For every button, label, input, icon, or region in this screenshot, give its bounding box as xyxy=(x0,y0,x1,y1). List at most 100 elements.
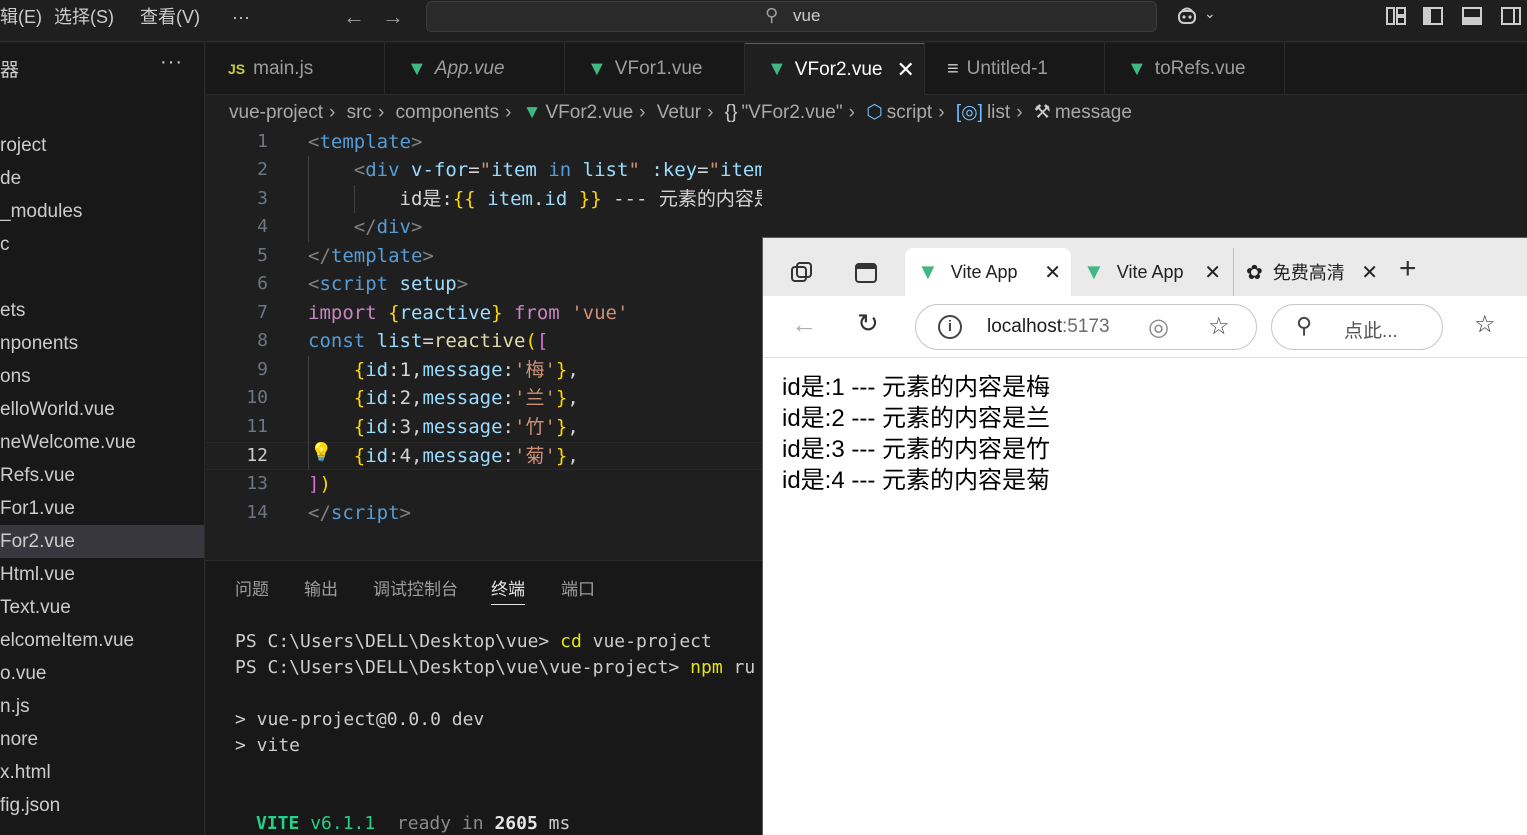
list-item: id是:1 --- 元素的内容是梅 xyxy=(782,374,1051,401)
menu-edit[interactable]: 辑(E) xyxy=(0,0,42,34)
breadcrumb-item[interactable]: list xyxy=(987,102,1010,123)
browser-tab-third[interactable]: ✿ 免费高清 ✕ xyxy=(1233,248,1388,296)
panel-tab-ports[interactable]: 端口 xyxy=(561,575,595,600)
tree-item[interactable]: ons xyxy=(0,360,204,393)
breadcrumb-item[interactable]: script xyxy=(887,102,932,123)
menu-selection[interactable]: 选择(S) xyxy=(54,0,114,34)
browser-tab-vite-app[interactable]: ▼ Vite App ✕ xyxy=(1071,248,1231,296)
code-line: 10 {id:2,message:'兰'}, xyxy=(206,384,762,412)
terminal-line: VITE v6.1.1 ready in 2605 ms xyxy=(256,813,571,834)
close-tab-icon[interactable]: ✕ xyxy=(1204,260,1221,285)
editor-tab-bar: JS main.js ▼ App.vue ▼ VFor1.vue ▼ VFor2… xyxy=(206,43,1527,95)
workspaces-icon[interactable] xyxy=(789,260,815,286)
search-box[interactable]: ⚲ 点此... xyxy=(1271,304,1443,350)
panel-tab-problems[interactable]: 问题 xyxy=(235,575,269,600)
tree-item[interactable]: Html.vue xyxy=(0,558,204,591)
tree-item[interactable]: ets xyxy=(0,294,204,327)
forward-arrow-icon[interactable]: → xyxy=(382,4,404,30)
breadcrumb-item[interactable]: message xyxy=(1055,102,1132,123)
tree-item[interactable]: elcomeItem.vue xyxy=(0,624,204,657)
layout-customize-icon[interactable] xyxy=(1385,5,1407,27)
tree-item[interactable]: x.html xyxy=(0,756,204,789)
command-center-search[interactable]: ⚲ vue xyxy=(426,1,1157,32)
edge-icon[interactable]: ◎ xyxy=(1148,313,1169,342)
line-number: 1 xyxy=(257,131,268,152)
terminal-line: PS C:\Users\DELL\Desktop\vue> cd vue-pro… xyxy=(235,631,712,652)
line-number: 4 xyxy=(257,216,268,237)
breadcrumb-item[interactable]: Vetur xyxy=(657,102,701,123)
tree-item[interactable]: o.vue xyxy=(0,657,204,690)
code-line: 14 </script> xyxy=(206,499,762,527)
new-tab-icon[interactable]: + xyxy=(1399,252,1417,286)
tree-item[interactable]: _modules xyxy=(0,195,204,228)
copilot-icon[interactable] xyxy=(1176,5,1198,27)
tab-actions-icon[interactable] xyxy=(853,260,879,286)
favorites-icon[interactable]: ☆ xyxy=(1474,310,1496,339)
tree-item[interactable] xyxy=(0,261,204,294)
close-tab-icon[interactable]: ✕ xyxy=(896,57,914,83)
tab-untitled-1[interactable]: ≡ Untitled-1 xyxy=(925,43,1105,95)
tree-item[interactable]: c xyxy=(0,228,204,261)
close-tab-icon[interactable]: ✕ xyxy=(1361,260,1378,285)
tree-item[interactable]: nponents xyxy=(0,327,204,360)
tab-vfor2-vue[interactable]: ▼ VFor2.vue ✕ xyxy=(745,43,925,95)
code-line: 7 import {reactive} from 'vue' xyxy=(206,299,762,327)
code-line: 6 <script setup> xyxy=(206,270,762,298)
breadcrumb-item[interactable]: "VFor2.vue" xyxy=(741,102,842,123)
toggle-primary-sidebar-icon[interactable] xyxy=(1422,5,1444,27)
breadcrumb-item[interactable]: src xyxy=(347,102,372,123)
terminal-line: > vue-project@0.0.0 dev xyxy=(235,709,485,730)
toggle-secondary-sidebar-icon[interactable] xyxy=(1500,5,1522,27)
search-icon: ⚲ xyxy=(1296,313,1313,338)
browser-window: ▼ Vite App ✕ ▼ Vite App ✕ ✿ 免费高清 ✕ + ← ↻… xyxy=(762,237,1527,835)
tab-label: VFor1.vue xyxy=(614,58,703,79)
info-icon[interactable]: i xyxy=(938,315,962,339)
breadcrumb-item[interactable]: vue-project xyxy=(229,102,323,123)
tab-vfor1-vue[interactable]: ▼ VFor1.vue xyxy=(565,43,745,95)
tab-label: VFor2.vue xyxy=(794,58,883,80)
browser-tab-vite-app-active[interactable]: ▼ Vite App ✕ xyxy=(905,248,1071,296)
tree-item[interactable]: For1.vue xyxy=(0,492,204,525)
tree-item[interactable]: neWelcome.vue xyxy=(0,426,204,459)
toggle-panel-icon[interactable] xyxy=(1461,5,1483,27)
tab-torefs-vue[interactable]: ▼ toRefs.vue xyxy=(1105,43,1285,95)
panel-tab-debug-console[interactable]: 调试控制台 xyxy=(373,575,458,600)
browser-tab-label: Vite App xyxy=(1116,261,1184,282)
breadcrumb-item[interactable]: components xyxy=(396,102,500,123)
code-text: const list=reactive([ xyxy=(308,330,549,352)
code-text: ]) xyxy=(308,473,331,495)
tab-main-js[interactable]: JS main.js xyxy=(206,43,385,95)
code-text: {id:1,message:'梅'}, xyxy=(353,359,579,381)
browser-tab-label: 免费高清 xyxy=(1272,263,1345,283)
breadcrumb-item[interactable]: VFor2.vue xyxy=(545,102,633,123)
tree-item[interactable]: de xyxy=(0,162,204,195)
browser-tab-strip: ▼ Vite App ✕ ▼ Vite App ✕ ✿ 免费高清 ✕ + xyxy=(763,238,1527,296)
menu-view[interactable]: 查看(V) xyxy=(140,0,200,34)
tree-item[interactable]: elloWorld.vue xyxy=(0,393,204,426)
close-tab-icon[interactable]: ✕ xyxy=(1044,260,1061,285)
panel-tab-output[interactable]: 输出 xyxy=(304,575,338,600)
code-text: {id:3,message:'竹'}, xyxy=(353,416,579,438)
favorite-star-icon[interactable]: ☆ xyxy=(1208,312,1230,341)
tree-item[interactable]: Refs.vue xyxy=(0,459,204,492)
tree-item[interactable]: n.js xyxy=(0,690,204,723)
chevron-down-icon[interactable]: ⌄ xyxy=(1204,5,1216,22)
tree-item[interactable]: Text.vue xyxy=(0,591,204,624)
tree-item[interactable]: fig.json xyxy=(0,789,204,822)
code-editor[interactable]: 💡 1 <template> 2 <div v-for="item in list… xyxy=(206,128,762,558)
back-arrow-icon[interactable]: ← xyxy=(343,4,365,30)
tab-app-vue[interactable]: ▼ App.vue xyxy=(385,43,565,95)
line-number: 11 xyxy=(246,416,268,437)
braces-icon: {} xyxy=(724,102,738,123)
refresh-icon[interactable]: ↻ xyxy=(857,308,879,339)
menu-more[interactable]: ··· xyxy=(232,0,250,34)
breadcrumb: vue-project › src › components › ▼ VFor2.vue… xyxy=(229,102,1132,123)
code-line: 1 <template> xyxy=(206,128,762,156)
tree-item[interactable]: nore xyxy=(0,723,204,756)
back-icon[interactable]: ← xyxy=(791,309,817,340)
tree-item[interactable]: For2.vue xyxy=(0,525,204,558)
more-actions-icon[interactable]: ··· xyxy=(160,51,183,74)
panel-tab-terminal[interactable]: 终端 xyxy=(491,575,525,605)
address-bar[interactable]: i localhost:5173 ◎ ☆ xyxy=(915,304,1257,350)
tree-item[interactable]: roject xyxy=(0,129,204,162)
